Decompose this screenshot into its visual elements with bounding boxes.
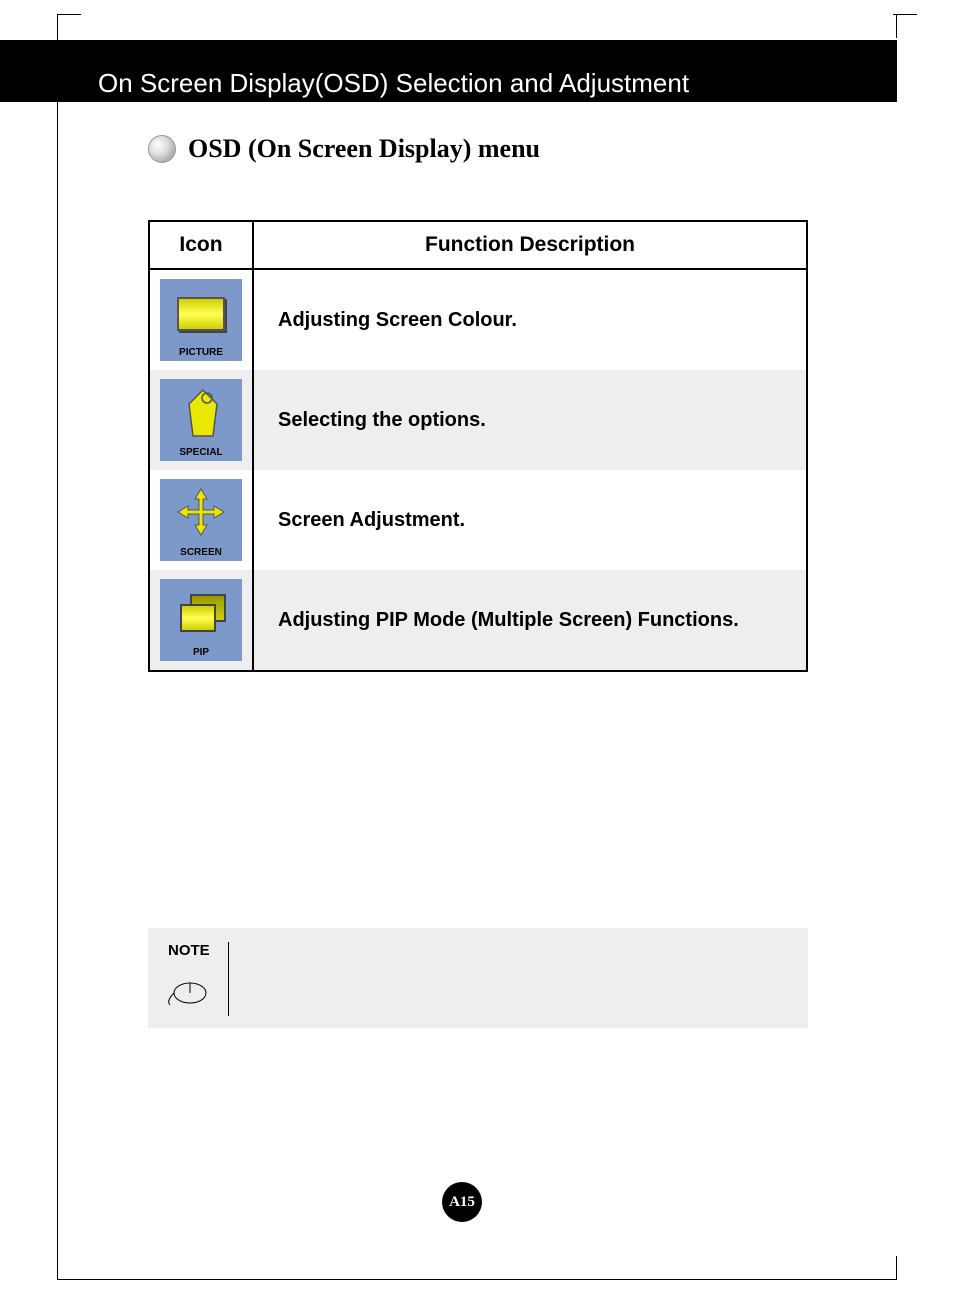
section-title: OSD (On Screen Display) menu bbox=[188, 134, 540, 164]
tag-icon bbox=[181, 384, 221, 440]
screen-icon: SCREEN bbox=[160, 479, 242, 561]
table-row: PIP Adjusting PIP Mode (Multiple Screen)… bbox=[150, 570, 806, 670]
crop-mark bbox=[57, 14, 81, 15]
icon-label: PICTURE bbox=[160, 347, 242, 358]
cell-icon: SCREEN bbox=[150, 470, 254, 570]
column-header-description: Function Description bbox=[254, 233, 806, 257]
table-row: SCREEN Screen Adjustment. bbox=[150, 470, 806, 570]
divider bbox=[228, 942, 229, 1016]
cell-icon: PICTURE bbox=[150, 270, 254, 370]
table-header: Icon Function Description bbox=[150, 222, 806, 270]
pip-icon: PIP bbox=[160, 579, 242, 661]
column-header-icon: Icon bbox=[150, 222, 254, 268]
icon-label: PIP bbox=[160, 647, 242, 658]
picture-icon: PICTURE bbox=[160, 279, 242, 361]
cell-description: Adjusting Screen Colour. bbox=[254, 309, 806, 332]
cell-description: Selecting the options. bbox=[254, 409, 806, 432]
note-box: NOTE bbox=[148, 928, 808, 1028]
cell-description: Adjusting PIP Mode (Multiple Screen) Fun… bbox=[254, 609, 806, 632]
cell-description: Screen Adjustment. bbox=[254, 509, 806, 532]
sphere-bullet-icon bbox=[148, 135, 176, 163]
move-arrows-icon bbox=[176, 487, 226, 537]
note-label: NOTE bbox=[168, 942, 210, 959]
cell-icon: PIP bbox=[150, 570, 254, 670]
osd-table: Icon Function Description PICTURE Adjust… bbox=[148, 220, 808, 672]
icon-label: SPECIAL bbox=[160, 447, 242, 458]
page-title: On Screen Display(OSD) Selection and Adj… bbox=[98, 68, 689, 99]
crop-mark bbox=[896, 1256, 897, 1280]
crop-mark bbox=[896, 14, 897, 38]
table-row: SPECIAL Selecting the options. bbox=[150, 370, 806, 470]
cell-icon: SPECIAL bbox=[150, 370, 254, 470]
table-row: PICTURE Adjusting Screen Colour. bbox=[150, 270, 806, 370]
page-number: A15 bbox=[442, 1182, 482, 1222]
icon-label: SCREEN bbox=[160, 547, 242, 558]
mouse-icon bbox=[168, 979, 208, 1007]
special-icon: SPECIAL bbox=[160, 379, 242, 461]
